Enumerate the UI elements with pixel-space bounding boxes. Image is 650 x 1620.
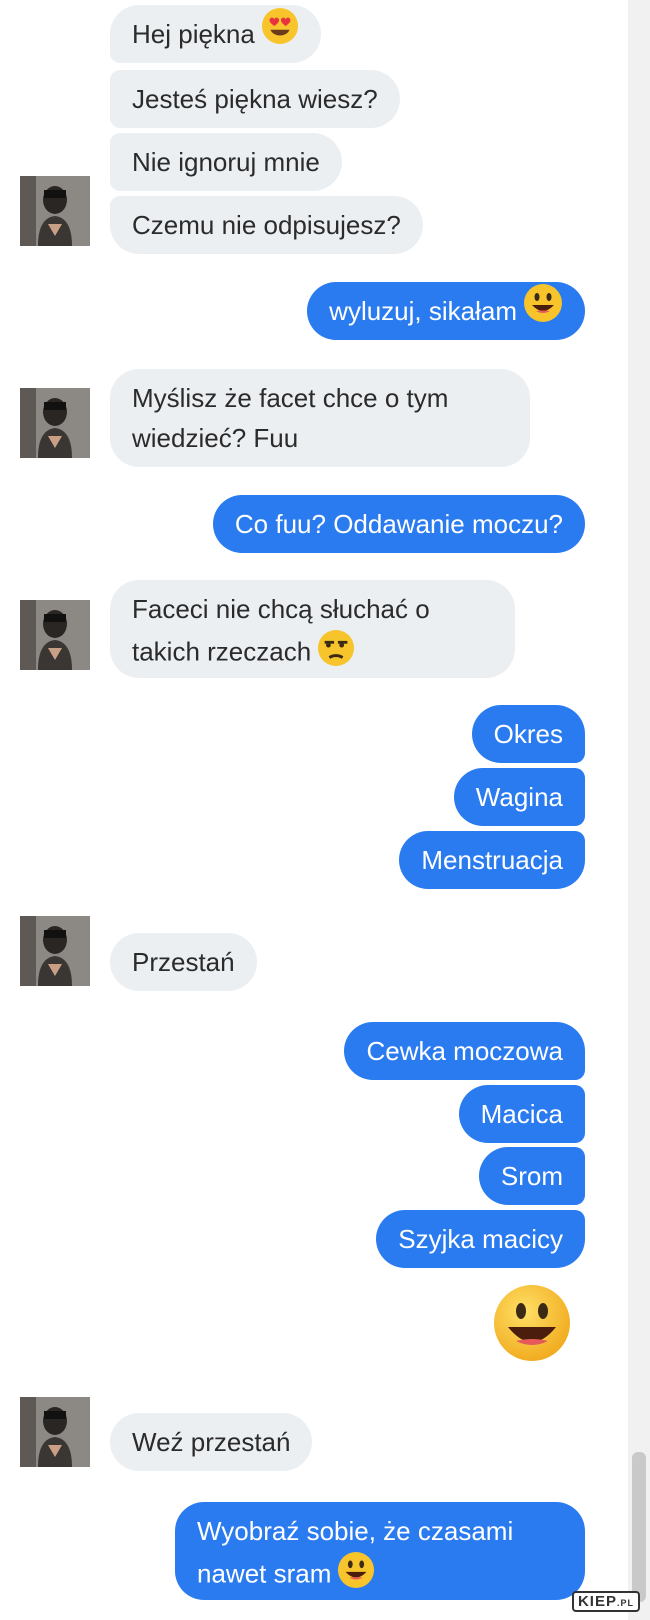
outgoing-message[interactable]: Szyjka macicy — [376, 1210, 585, 1268]
message-text: Macica — [480, 1099, 563, 1129]
outgoing-message[interactable]: Wyobraź sobie, że czasami nawet sram — [175, 1502, 585, 1600]
incoming-message[interactable]: Weź przestań — [110, 1413, 313, 1471]
outgoing-message[interactable]: Menstruacja — [399, 831, 585, 889]
watermark-main: KIEP — [577, 1593, 617, 1610]
incoming-message[interactable]: Myślisz że facet chce o tym wiedzieć? Fu… — [110, 369, 530, 467]
incoming-message[interactable]: Przestań — [110, 933, 257, 991]
message-text: Co fuu? Oddawanie moczu? — [234, 509, 563, 539]
contact-avatar[interactable] — [20, 916, 90, 986]
message-text: Cewka moczowa — [366, 1036, 563, 1066]
grinning-emoji-icon — [337, 1551, 375, 1600]
contact-avatar[interactable] — [20, 388, 90, 458]
message-text: Szyjka macicy — [398, 1224, 563, 1254]
incoming-message[interactable]: Czemu nie odpisujesz? — [110, 196, 423, 254]
outgoing-message[interactable]: Srom — [478, 1147, 585, 1205]
message-text: Myślisz że facet chce o tym wiedzieć? Fu… — [132, 383, 449, 453]
unamused-emoji-icon — [317, 629, 355, 678]
message-text: Menstruacja — [421, 845, 563, 875]
avatar-photo-icon — [20, 176, 90, 246]
outgoing-message[interactable]: Okres — [471, 705, 585, 763]
outgoing-message[interactable]: Macica — [458, 1085, 585, 1143]
outgoing-message[interactable]: Wagina — [453, 768, 585, 826]
avatar-photo-icon — [20, 600, 90, 670]
big-grinning-emoji-icon[interactable] — [492, 1283, 572, 1363]
message-text: Faceci nie chcą słuchać o takich rzeczac… — [132, 594, 430, 667]
message-text: Weź przestań — [132, 1427, 291, 1457]
avatar-photo-icon — [20, 388, 90, 458]
incoming-message[interactable]: Hej piękna — [110, 5, 321, 63]
outgoing-message[interactable]: Cewka moczowa — [344, 1022, 585, 1080]
message-text: Srom — [500, 1161, 563, 1191]
avatar-photo-icon — [20, 916, 90, 986]
avatar-photo-icon — [20, 1397, 90, 1467]
outgoing-message[interactable]: wyluzuj, sikałam — [307, 282, 585, 340]
scrollbar[interactable] — [628, 0, 650, 1620]
incoming-message[interactable]: Jesteś piękna wiesz? — [110, 70, 400, 128]
grinning-emoji-icon — [523, 283, 563, 343]
message-text: Przestań — [132, 947, 235, 977]
heart-eyes-emoji-icon — [261, 7, 299, 65]
message-text: wyluzuj, sikałam — [329, 296, 517, 326]
contact-avatar[interactable] — [20, 1397, 90, 1467]
watermark-suffix: .PL — [616, 1598, 634, 1608]
message-text: Hej piękna — [132, 19, 255, 49]
message-text: Jesteś piękna wiesz? — [132, 84, 378, 114]
message-text: Okres — [493, 719, 563, 749]
message-text: Nie ignoruj mnie — [132, 147, 320, 177]
incoming-message[interactable]: Faceci nie chcą słuchać o takich rzeczac… — [110, 580, 515, 678]
chat-thread: Hej piękna Jesteś piękna wiesz? Nie igno… — [0, 0, 628, 1620]
contact-avatar[interactable] — [20, 176, 90, 246]
contact-avatar[interactable] — [20, 600, 90, 670]
message-text: Czemu nie odpisujesz? — [132, 210, 401, 240]
outgoing-message[interactable]: Co fuu? Oddawanie moczu? — [212, 495, 585, 553]
message-text: Wagina — [475, 782, 563, 812]
incoming-message[interactable]: Nie ignoruj mnie — [110, 133, 342, 191]
scrollbar-thumb[interactable] — [632, 1452, 646, 1602]
watermark-logo: KIEP.PL — [571, 1591, 640, 1612]
